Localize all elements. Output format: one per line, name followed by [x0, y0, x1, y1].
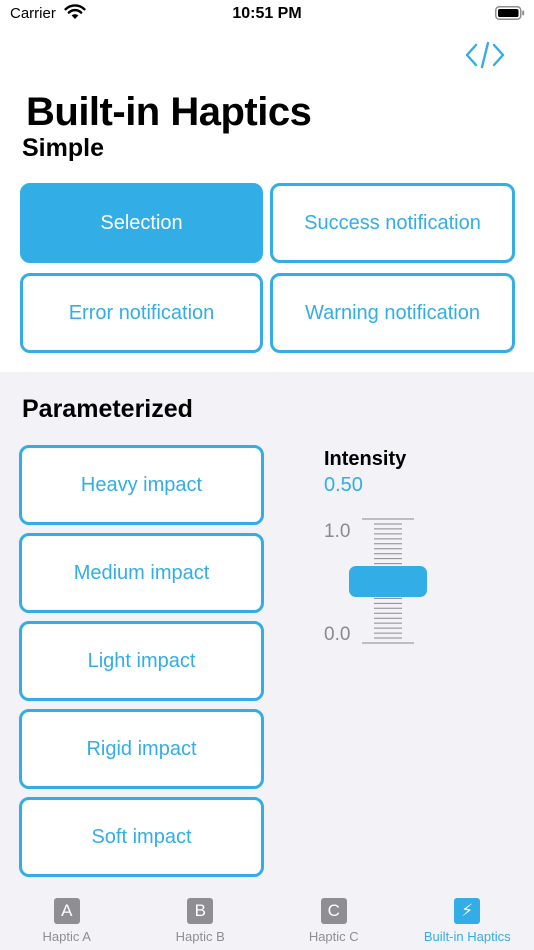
soft-impact-button[interactable]: Soft impact: [19, 797, 264, 877]
simple-section-title: Simple: [22, 134, 104, 162]
intensity-label: Intensity: [324, 448, 407, 470]
letter-b-icon: B: [187, 898, 214, 924]
page-title: Built-in Haptics: [26, 90, 312, 134]
clock: 10:51 PM: [232, 5, 302, 22]
selection-button[interactable]: Selection: [20, 183, 263, 263]
tab-label: Haptic C: [308, 929, 359, 944]
tab-label: Haptic B: [175, 929, 225, 944]
light-impact-button[interactable]: Light impact: [19, 621, 264, 701]
code-brackets-icon[interactable]: [466, 40, 504, 70]
medium-impact-button[interactable]: Medium impact: [19, 533, 264, 613]
tab-haptic-c[interactable]: C Haptic C: [267, 890, 401, 950]
status-bar: Carrier 10:51 PM: [0, 0, 534, 30]
rigid-impact-button[interactable]: Rigid impact: [19, 709, 264, 789]
error-notification-button[interactable]: Error notification: [20, 273, 263, 353]
success-notification-button[interactable]: Success notification: [270, 183, 515, 263]
intensity-min-label: 0.0: [324, 624, 351, 645]
tab-haptic-a[interactable]: A Haptic A: [0, 890, 134, 950]
tab-haptic-b[interactable]: B Haptic B: [134, 890, 268, 950]
warning-notification-button[interactable]: Warning notification: [270, 273, 515, 353]
intensity-slider-thumb[interactable]: [349, 565, 427, 597]
intensity-max-label: 1.0: [324, 521, 351, 542]
letter-a-icon: A: [53, 898, 80, 924]
tab-label: Built-in Haptics: [423, 929, 511, 944]
tab-label: Haptic A: [42, 929, 91, 944]
tab-built-in-haptics[interactable]: ⚡ Built-in Haptics: [401, 890, 534, 950]
parameterized-section-title: Parameterized: [22, 395, 193, 423]
letter-c-icon: C: [320, 898, 347, 924]
tab-bar: A Haptic A B Haptic B C Haptic C ⚡ Built…: [0, 890, 534, 950]
lightning-bolt-icon: ⚡: [454, 898, 481, 924]
heavy-impact-button[interactable]: Heavy impact: [19, 445, 264, 525]
intensity-value: 0.50: [324, 474, 363, 496]
battery-icon: [495, 6, 525, 20]
